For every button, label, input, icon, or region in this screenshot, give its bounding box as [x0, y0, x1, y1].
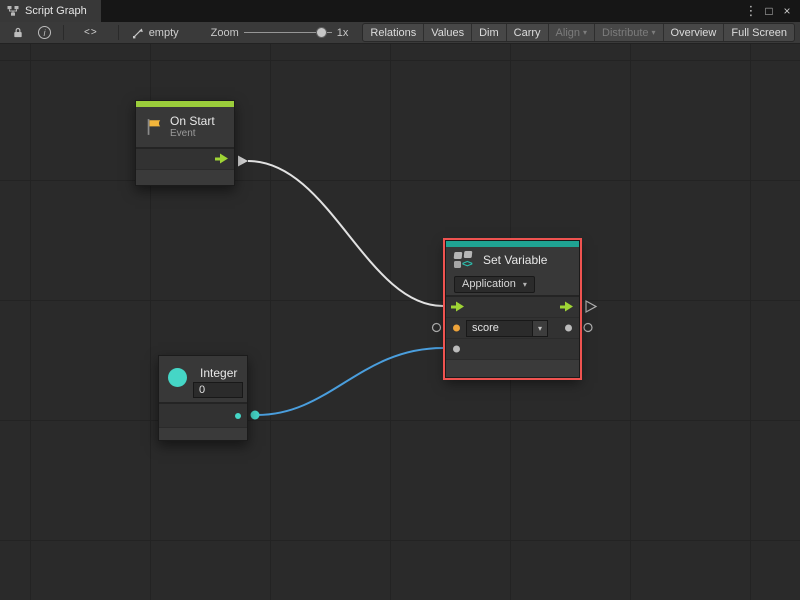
flow-output-connector-set-variable[interactable] — [586, 301, 596, 312]
flow-port-row — [446, 297, 579, 318]
titlebar: Script Graph ⋮ □ × — [0, 0, 800, 22]
unconnected-output-port-circle[interactable] — [584, 324, 592, 332]
relations-button[interactable]: Relations — [363, 24, 423, 41]
on-start-header: On Start Event — [136, 107, 234, 147]
integer-port-row — [159, 404, 247, 428]
integer-output-port[interactable] — [235, 413, 241, 419]
on-start-titles: On Start Event — [170, 114, 215, 140]
distribute-button: Distribute ▾ — [594, 24, 662, 41]
tab-script-graph[interactable]: Script Graph — [0, 0, 101, 22]
align-button: Align▾ — [548, 24, 594, 41]
name-input-port[interactable] — [453, 325, 460, 332]
set-variable-subheader: Application ▾ — [446, 273, 579, 295]
caret-down-icon: ▾ — [652, 28, 656, 37]
node-subtitle: Event — [170, 128, 215, 140]
code-icon: <> — [462, 259, 472, 270]
breadcrumb-label: empty — [149, 27, 179, 39]
overview-button[interactable]: Overview — [663, 24, 724, 41]
value-port-row — [446, 339, 579, 360]
node-on-start[interactable]: On Start Event — [135, 100, 235, 186]
set-variable-header: <> Set Variable — [446, 247, 579, 273]
info-icon: i — [38, 26, 51, 39]
caret-down-icon: ▾ — [538, 324, 542, 333]
values-label: Values — [431, 27, 464, 39]
flow-output-connector-on-start[interactable] — [238, 156, 248, 167]
variable-name-field[interactable]: score ▾ — [466, 320, 548, 337]
flow-arrow-output-icon[interactable] — [560, 302, 574, 313]
window-controls: ⋮ □ × — [742, 0, 800, 22]
fullscreen-button[interactable]: Full Screen — [723, 24, 794, 41]
value-input-port[interactable] — [453, 346, 460, 353]
graph-canvas[interactable]: On Start Event <> Set Variable — [0, 44, 800, 600]
on-start-port-row — [136, 149, 234, 170]
script-graph-window: Script Graph ⋮ □ × i <> empty — [0, 0, 800, 600]
carry-button[interactable]: Carry — [506, 24, 548, 41]
zoom-slider[interactable] — [244, 26, 332, 40]
connection-integer-to-set-variable[interactable] — [257, 348, 443, 415]
fullscreen-label: Full Screen — [731, 27, 787, 39]
node-title: Integer — [200, 366, 237, 380]
caret-down-icon: ▾ — [583, 28, 587, 37]
zoom-value: 1x — [337, 27, 349, 39]
values-button[interactable]: Values — [423, 24, 471, 41]
graph-pointer-icon — [132, 27, 144, 39]
flow-arrow-output-icon[interactable] — [215, 154, 229, 165]
zoom-slider-knob[interactable] — [316, 27, 327, 38]
toolbar-separator — [118, 25, 119, 40]
maximize-icon[interactable]: □ — [760, 4, 778, 18]
variables-icon: <> — [454, 251, 476, 270]
integer-value-field[interactable]: 0 — [193, 382, 243, 398]
edit-graph-button[interactable]: <> — [69, 24, 113, 42]
node-footer — [446, 360, 579, 377]
variable-scope-value: Application — [462, 278, 516, 290]
close-icon[interactable]: × — [778, 4, 796, 18]
connections-layer — [0, 44, 800, 600]
flag-icon — [145, 118, 163, 136]
node-set-variable[interactable]: <> Set Variable Application ▾ score ▾ — [445, 240, 580, 378]
lock-icon — [12, 26, 24, 39]
flow-arrow-input-icon[interactable] — [451, 302, 465, 313]
node-footer — [136, 170, 234, 185]
lock-button[interactable] — [5, 24, 31, 42]
name-port-row: score ▾ — [446, 318, 579, 339]
unconnected-input-port-circle[interactable] — [433, 324, 441, 332]
dim-label: Dim — [479, 27, 499, 39]
toolbar-separator — [63, 25, 64, 40]
integer-header: Integer 0 — [159, 356, 247, 402]
node-integer[interactable]: Integer 0 — [158, 355, 248, 441]
variable-name-value: score — [467, 321, 532, 336]
align-label: Align — [556, 27, 580, 39]
window-menu-icon[interactable]: ⋮ — [742, 3, 760, 19]
node-footer — [159, 428, 247, 440]
zoom-label: Zoom — [211, 27, 239, 39]
tab-label: Script Graph — [25, 5, 87, 17]
relations-label: Relations — [370, 27, 416, 39]
integer-type-icon — [168, 368, 187, 387]
dim-button[interactable]: Dim — [471, 24, 506, 41]
distribute-label: Distribute — [602, 27, 648, 39]
overview-label: Overview — [671, 27, 717, 39]
variable-scope-dropdown[interactable]: Application ▾ — [454, 276, 535, 293]
graph-toolbar: i <> empty Zoom 1x Relations Values Dim … — [0, 22, 800, 44]
toolbar-button-group: Relations Values Dim Carry Align▾ Distri… — [362, 23, 795, 42]
node-title: On Start — [170, 114, 215, 128]
integer-output-connector[interactable] — [251, 411, 260, 420]
variable-name-dropdown-button[interactable]: ▾ — [532, 321, 547, 336]
value-output-port[interactable] — [565, 325, 572, 332]
carry-label: Carry — [514, 27, 541, 39]
node-title: Set Variable — [483, 253, 547, 267]
graph-breadcrumb[interactable]: empty — [132, 27, 179, 39]
connection-on-start-to-set-variable[interactable] — [248, 161, 443, 306]
graph-icon — [7, 5, 19, 17]
info-button[interactable]: i — [31, 24, 58, 42]
caret-down-icon: ▾ — [523, 280, 527, 289]
